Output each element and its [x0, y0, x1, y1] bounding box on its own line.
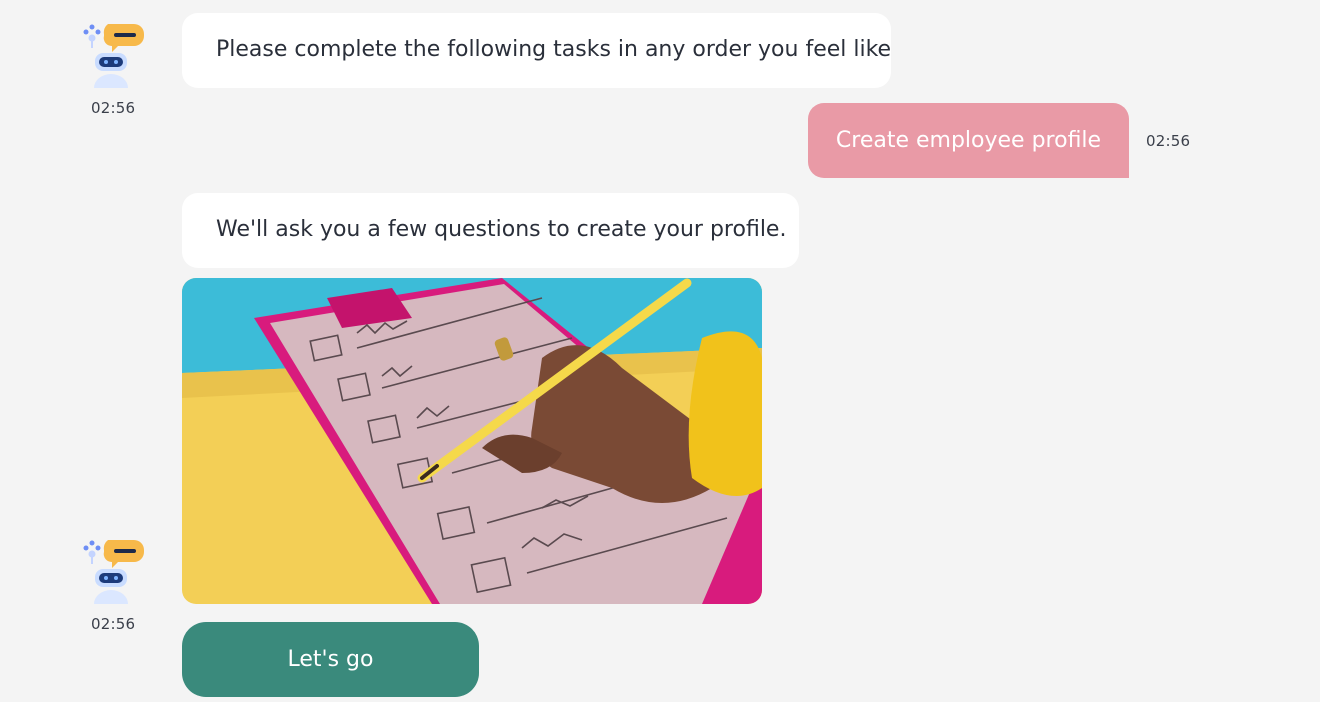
bot-avatar-icon [78, 20, 148, 90]
bot-avatar-icon [78, 536, 148, 606]
bot-message-text: Please complete the following tasks in a… [216, 37, 892, 62]
user-message-text: Create employee profile [835, 128, 1102, 153]
bot-message-bubble: Please complete the following tasks in a… [182, 13, 891, 88]
user-message-timestamp: 02:56 [1146, 132, 1191, 150]
bot-message-text: We'll ask you a few questions to create … [216, 217, 787, 242]
lets-go-button[interactable]: Let's go [182, 622, 479, 697]
user-message-bubble: Create employee profile [808, 103, 1129, 178]
bot-message-timestamp: 02:56 [91, 99, 136, 117]
chat-window: 02:56 Please complete the following task… [0, 0, 1320, 702]
clipboard-checklist-image [182, 278, 762, 604]
bot-message-timestamp: 02:56 [91, 615, 136, 633]
bot-message-bubble: We'll ask you a few questions to create … [182, 193, 799, 268]
